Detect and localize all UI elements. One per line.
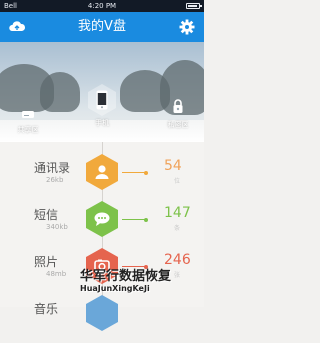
- item-name: 短信: [34, 208, 59, 222]
- watermark-title: 华军行数据恢复: [80, 269, 172, 284]
- item-name: 照片: [34, 255, 59, 269]
- item-count: 147: [164, 205, 191, 221]
- phone-icon: [96, 90, 108, 110]
- music-badge: [86, 295, 118, 331]
- phone-tab[interactable]: 手机: [87, 84, 117, 128]
- storage-header: 共享区 手机 私密区: [0, 42, 204, 142]
- status-bar: Bell 4:20 PM: [0, 0, 204, 12]
- page-title: 我的V盘: [78, 19, 126, 34]
- contact-icon: [95, 165, 109, 179]
- item-size: 340kb: [46, 223, 68, 231]
- item-unit: 条: [174, 225, 181, 232]
- list-item-contacts[interactable]: 通讯录 26kb 54 位: [0, 150, 204, 202]
- item-name: 音乐: [34, 302, 59, 316]
- watermark-subtitle: HuaJunXingKeJi: [80, 284, 150, 293]
- watermark: 华军行数据恢复 HuaJunXingKeJi: [80, 269, 204, 294]
- shared-area-label: 共享区: [17, 126, 39, 134]
- item-unit: 位: [174, 178, 181, 185]
- nav-bar: 我的V盘: [0, 12, 204, 42]
- item-size: 26kb: [46, 176, 64, 184]
- lock-icon: [173, 99, 183, 113]
- item-name: 通讯录: [34, 161, 71, 175]
- phone-label: 手机: [95, 119, 109, 127]
- private-area-tab[interactable]: 私密区: [160, 98, 196, 130]
- gear-icon[interactable]: [178, 18, 196, 36]
- contact-badge: [86, 154, 118, 190]
- item-count: 54: [164, 158, 182, 174]
- message-icon: [94, 212, 110, 226]
- item-count: 246: [164, 252, 191, 268]
- message-badge: [86, 201, 118, 237]
- list-item-messages[interactable]: 短信 340kb 147 条: [0, 197, 204, 249]
- private-area-label: 私密区: [167, 121, 189, 129]
- hard-drive-icon: [22, 111, 34, 118]
- list-item-music[interactable]: 音乐: [0, 291, 204, 343]
- shared-area-tab[interactable]: 共享区: [10, 104, 46, 135]
- phone-badge: [88, 84, 116, 116]
- clock: 4:20 PM: [87, 2, 117, 10]
- item-size: 48mb: [46, 270, 67, 278]
- battery-icon: [186, 3, 202, 9]
